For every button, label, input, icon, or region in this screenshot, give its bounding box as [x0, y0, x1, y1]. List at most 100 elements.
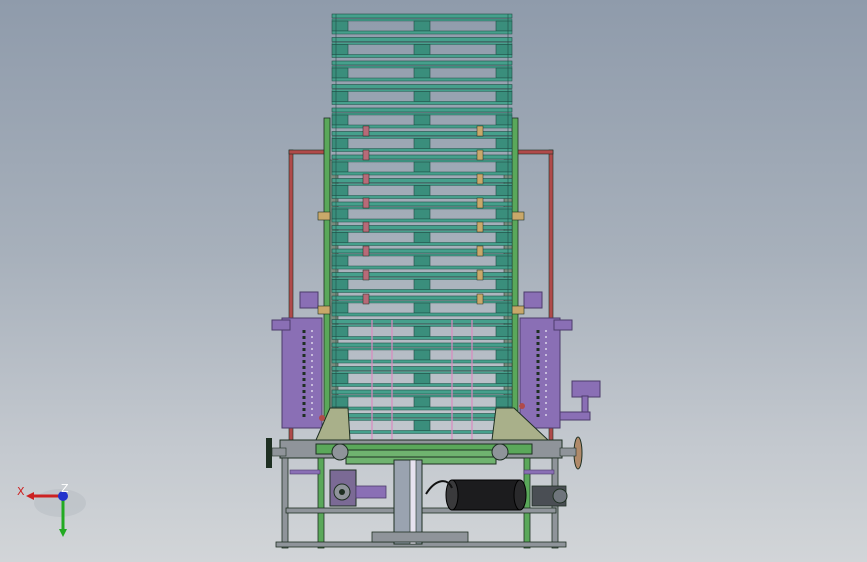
pallet-block — [413, 91, 431, 102]
pallet-block — [495, 138, 513, 149]
right-sprocket — [491, 443, 509, 461]
pallet-block — [495, 255, 513, 267]
pallet-top-board — [331, 389, 513, 395]
left-stop-pin — [362, 221, 370, 233]
machine-base — [266, 436, 583, 549]
left-stop-pin — [362, 269, 370, 281]
pallet-block — [413, 20, 431, 32]
pallet — [331, 13, 513, 35]
pallet-block — [331, 44, 349, 55]
pallet-block — [413, 114, 431, 126]
view-orientation-triad[interactable]: X Z — [0, 470, 90, 550]
pallet-bottom-board — [331, 289, 513, 293]
right-stop-pin — [476, 221, 484, 233]
right-stop-pin — [476, 125, 484, 137]
right-green-upright — [511, 117, 519, 439]
pallet-deck-board — [331, 183, 513, 186]
pallet-top-board — [331, 201, 513, 207]
right-guide-clamp-low — [511, 305, 525, 315]
pallet-top-board — [331, 13, 513, 19]
pallet-bottom-board — [331, 101, 513, 105]
pallet-block — [331, 161, 349, 173]
base-purple-rail-left — [289, 469, 321, 475]
pallet-top-board — [331, 413, 513, 418]
pallet-block — [331, 208, 349, 220]
left-upper-bracket — [299, 291, 319, 309]
left-handwheel — [266, 438, 272, 468]
pallet-top-board — [331, 37, 513, 42]
pallet-bottom-board — [331, 242, 513, 246]
pallet-block — [495, 279, 513, 290]
motor-mount — [355, 485, 387, 499]
pallet-block — [495, 208, 513, 220]
right-stop-pin — [476, 245, 484, 257]
left-stop-pin — [362, 197, 370, 209]
pallet-bottom-board — [331, 171, 513, 176]
pallet-bottom-board — [331, 406, 513, 411]
left-stop-pin — [362, 245, 370, 257]
pallet-block — [413, 349, 431, 361]
motor-flange — [552, 488, 568, 504]
pallet-bottom-board — [331, 359, 513, 364]
pallet-block — [331, 373, 349, 384]
right-stop-pin — [476, 293, 484, 305]
right-guide-clamp — [511, 211, 525, 221]
pallet-block — [331, 67, 349, 79]
pallet — [331, 272, 513, 293]
base-leg-left-outer — [281, 457, 289, 549]
gearbox-axle — [339, 489, 345, 495]
cad-graphics-viewport[interactable]: X Z — [0, 0, 867, 562]
pallet-bottom-board — [331, 195, 513, 199]
pallet-top-board — [331, 60, 513, 66]
pallet-block — [331, 138, 349, 149]
pallet-bottom-board — [331, 77, 513, 82]
pallet-block — [331, 91, 349, 102]
pallet-block — [495, 91, 513, 102]
pallet — [331, 154, 513, 176]
left-bracket — [271, 319, 291, 331]
right-stop-pin — [476, 149, 484, 161]
pallet-dispenser-assembly-model[interactable] — [0, 0, 867, 562]
pallet-top-board — [331, 84, 513, 89]
x-axis-arrowhead — [26, 492, 34, 500]
pallet — [331, 319, 513, 340]
pallet-deck-board — [331, 89, 513, 92]
pallet-block — [331, 255, 349, 267]
drive-motor-endcap-right — [513, 479, 527, 511]
pallet — [331, 295, 513, 317]
pallet-bottom-board — [331, 383, 513, 387]
pallet-top-board — [331, 178, 513, 183]
pallet-block — [495, 114, 513, 126]
pallet-block — [331, 20, 349, 32]
left-green-upright — [323, 117, 331, 439]
x-axis-label: X — [17, 485, 25, 498]
pallet-deck-board — [331, 65, 513, 69]
pallet-block — [495, 396, 513, 408]
pallet-block — [495, 232, 513, 243]
pallet-deck-board — [331, 136, 513, 139]
pallet-block — [413, 396, 431, 408]
pallet-block — [413, 44, 431, 55]
pallet-block — [495, 185, 513, 196]
drive-motor-endcap — [445, 479, 459, 511]
left-guide-clamp — [317, 211, 331, 221]
pallet-block — [331, 326, 349, 337]
pallet-bottom-board — [331, 336, 513, 340]
left-red-top-rail — [288, 149, 326, 155]
pallet-stack — [331, 13, 513, 434]
pallet-block — [413, 420, 431, 431]
pallet — [331, 60, 513, 82]
pallet-bottom-board — [331, 265, 513, 270]
left-handwheel-hub — [271, 447, 287, 457]
pallet-top-board — [331, 107, 513, 113]
pallet-bottom-board — [331, 218, 513, 223]
pallet-block — [413, 302, 431, 314]
right-handwheel-hub — [559, 447, 577, 457]
left-stop-pin — [362, 173, 370, 185]
pallet-deck-board — [331, 112, 513, 116]
pallet — [331, 342, 513, 364]
lift-column-rod — [409, 459, 417, 545]
pallet-bottom-board — [331, 148, 513, 152]
left-guide-clamp-low — [317, 305, 331, 315]
pallet-block — [495, 20, 513, 32]
